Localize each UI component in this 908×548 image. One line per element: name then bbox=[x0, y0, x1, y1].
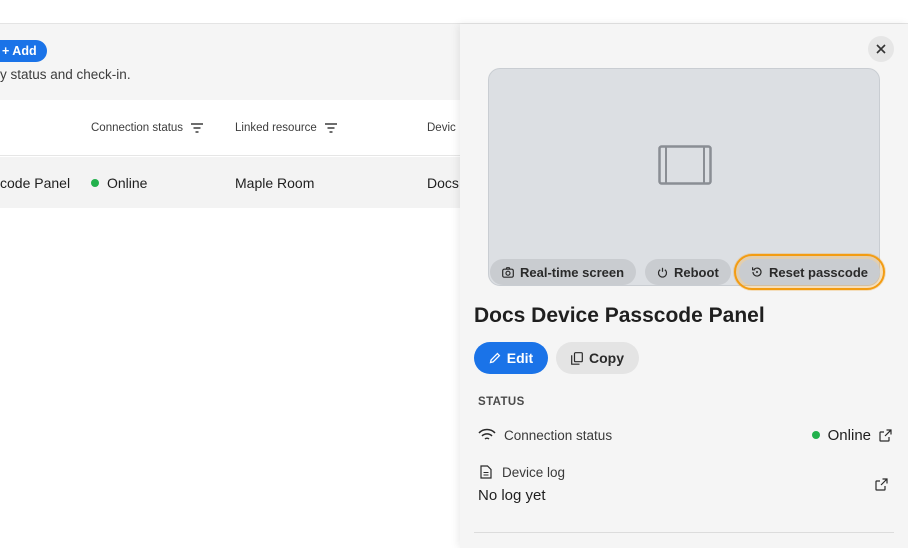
external-link-icon[interactable] bbox=[879, 428, 892, 442]
filter-icon[interactable] bbox=[191, 123, 204, 133]
cell-status: Online bbox=[91, 157, 147, 208]
device-log-label: Device log bbox=[502, 464, 566, 480]
device-detail-panel: Real-time screen Reboot Reset passcode D… bbox=[460, 24, 908, 548]
table-header: Connection status Linked resource Devic bbox=[0, 100, 460, 156]
copy-button[interactable]: Copy bbox=[556, 342, 639, 374]
reboot-button[interactable]: Reboot bbox=[645, 259, 731, 285]
reset-passcode-button[interactable]: Reset passcode bbox=[734, 254, 885, 290]
connection-status-row: Connection status Online bbox=[478, 424, 892, 446]
wifi-icon bbox=[478, 428, 496, 442]
column-device[interactable]: Devic bbox=[427, 100, 456, 156]
list-header: + Add y status and check-in. bbox=[0, 24, 460, 100]
device-log-value: No log yet bbox=[478, 487, 546, 504]
filter-icon[interactable] bbox=[324, 123, 337, 133]
online-dot-icon bbox=[91, 178, 99, 187]
reset-icon bbox=[751, 266, 763, 278]
status-text: Online bbox=[107, 174, 148, 191]
connection-status-value: Online bbox=[827, 426, 871, 444]
cell-name: code Panel bbox=[0, 174, 71, 191]
device-list: + Add y status and check-in. Connection … bbox=[0, 24, 460, 548]
device-log-row: Device log bbox=[478, 461, 892, 483]
copy-icon bbox=[571, 351, 583, 365]
column-label: Linked resource bbox=[235, 122, 317, 134]
realtime-screen-button[interactable]: Real-time screen bbox=[490, 259, 637, 285]
top-bar bbox=[0, 0, 908, 24]
column-linked-resource[interactable]: Linked resource bbox=[235, 100, 337, 156]
online-dot-icon bbox=[811, 431, 820, 439]
reboot-label: Reboot bbox=[674, 264, 719, 280]
pencil-icon bbox=[489, 352, 501, 364]
edit-label: Edit bbox=[506, 350, 534, 366]
copy-label: Copy bbox=[589, 350, 624, 366]
column-label: Connection status bbox=[91, 122, 184, 134]
status-section-heading: STATUS bbox=[478, 396, 525, 408]
tablet-icon bbox=[658, 145, 712, 185]
close-icon bbox=[876, 44, 886, 54]
cell-device: Docs bbox=[427, 174, 459, 191]
camera-icon bbox=[502, 266, 514, 278]
add-button[interactable]: + Add bbox=[0, 40, 47, 62]
close-button[interactable] bbox=[868, 36, 894, 62]
column-connection-status[interactable]: Connection status bbox=[91, 100, 204, 156]
edit-button[interactable]: Edit bbox=[474, 342, 548, 374]
page-title: Docs Device Passcode Panel bbox=[474, 304, 765, 327]
document-icon bbox=[480, 465, 492, 479]
realtime-screen-label: Real-time screen bbox=[520, 264, 625, 280]
external-link-icon[interactable] bbox=[875, 478, 888, 491]
column-label: Devic bbox=[427, 122, 456, 134]
list-subtitle: y status and check-in. bbox=[0, 67, 131, 82]
device-preview: Real-time screen Reboot Reset passcode bbox=[488, 68, 885, 290]
table-row[interactable]: code Panel Online Maple Room Docs bbox=[0, 157, 460, 208]
cell-resource: Maple Room bbox=[235, 174, 315, 191]
reset-passcode-label: Reset passcode bbox=[769, 264, 868, 280]
add-label: + Add bbox=[2, 44, 37, 58]
divider bbox=[474, 532, 894, 533]
power-icon bbox=[657, 267, 668, 278]
connection-status-label: Connection status bbox=[504, 427, 613, 443]
